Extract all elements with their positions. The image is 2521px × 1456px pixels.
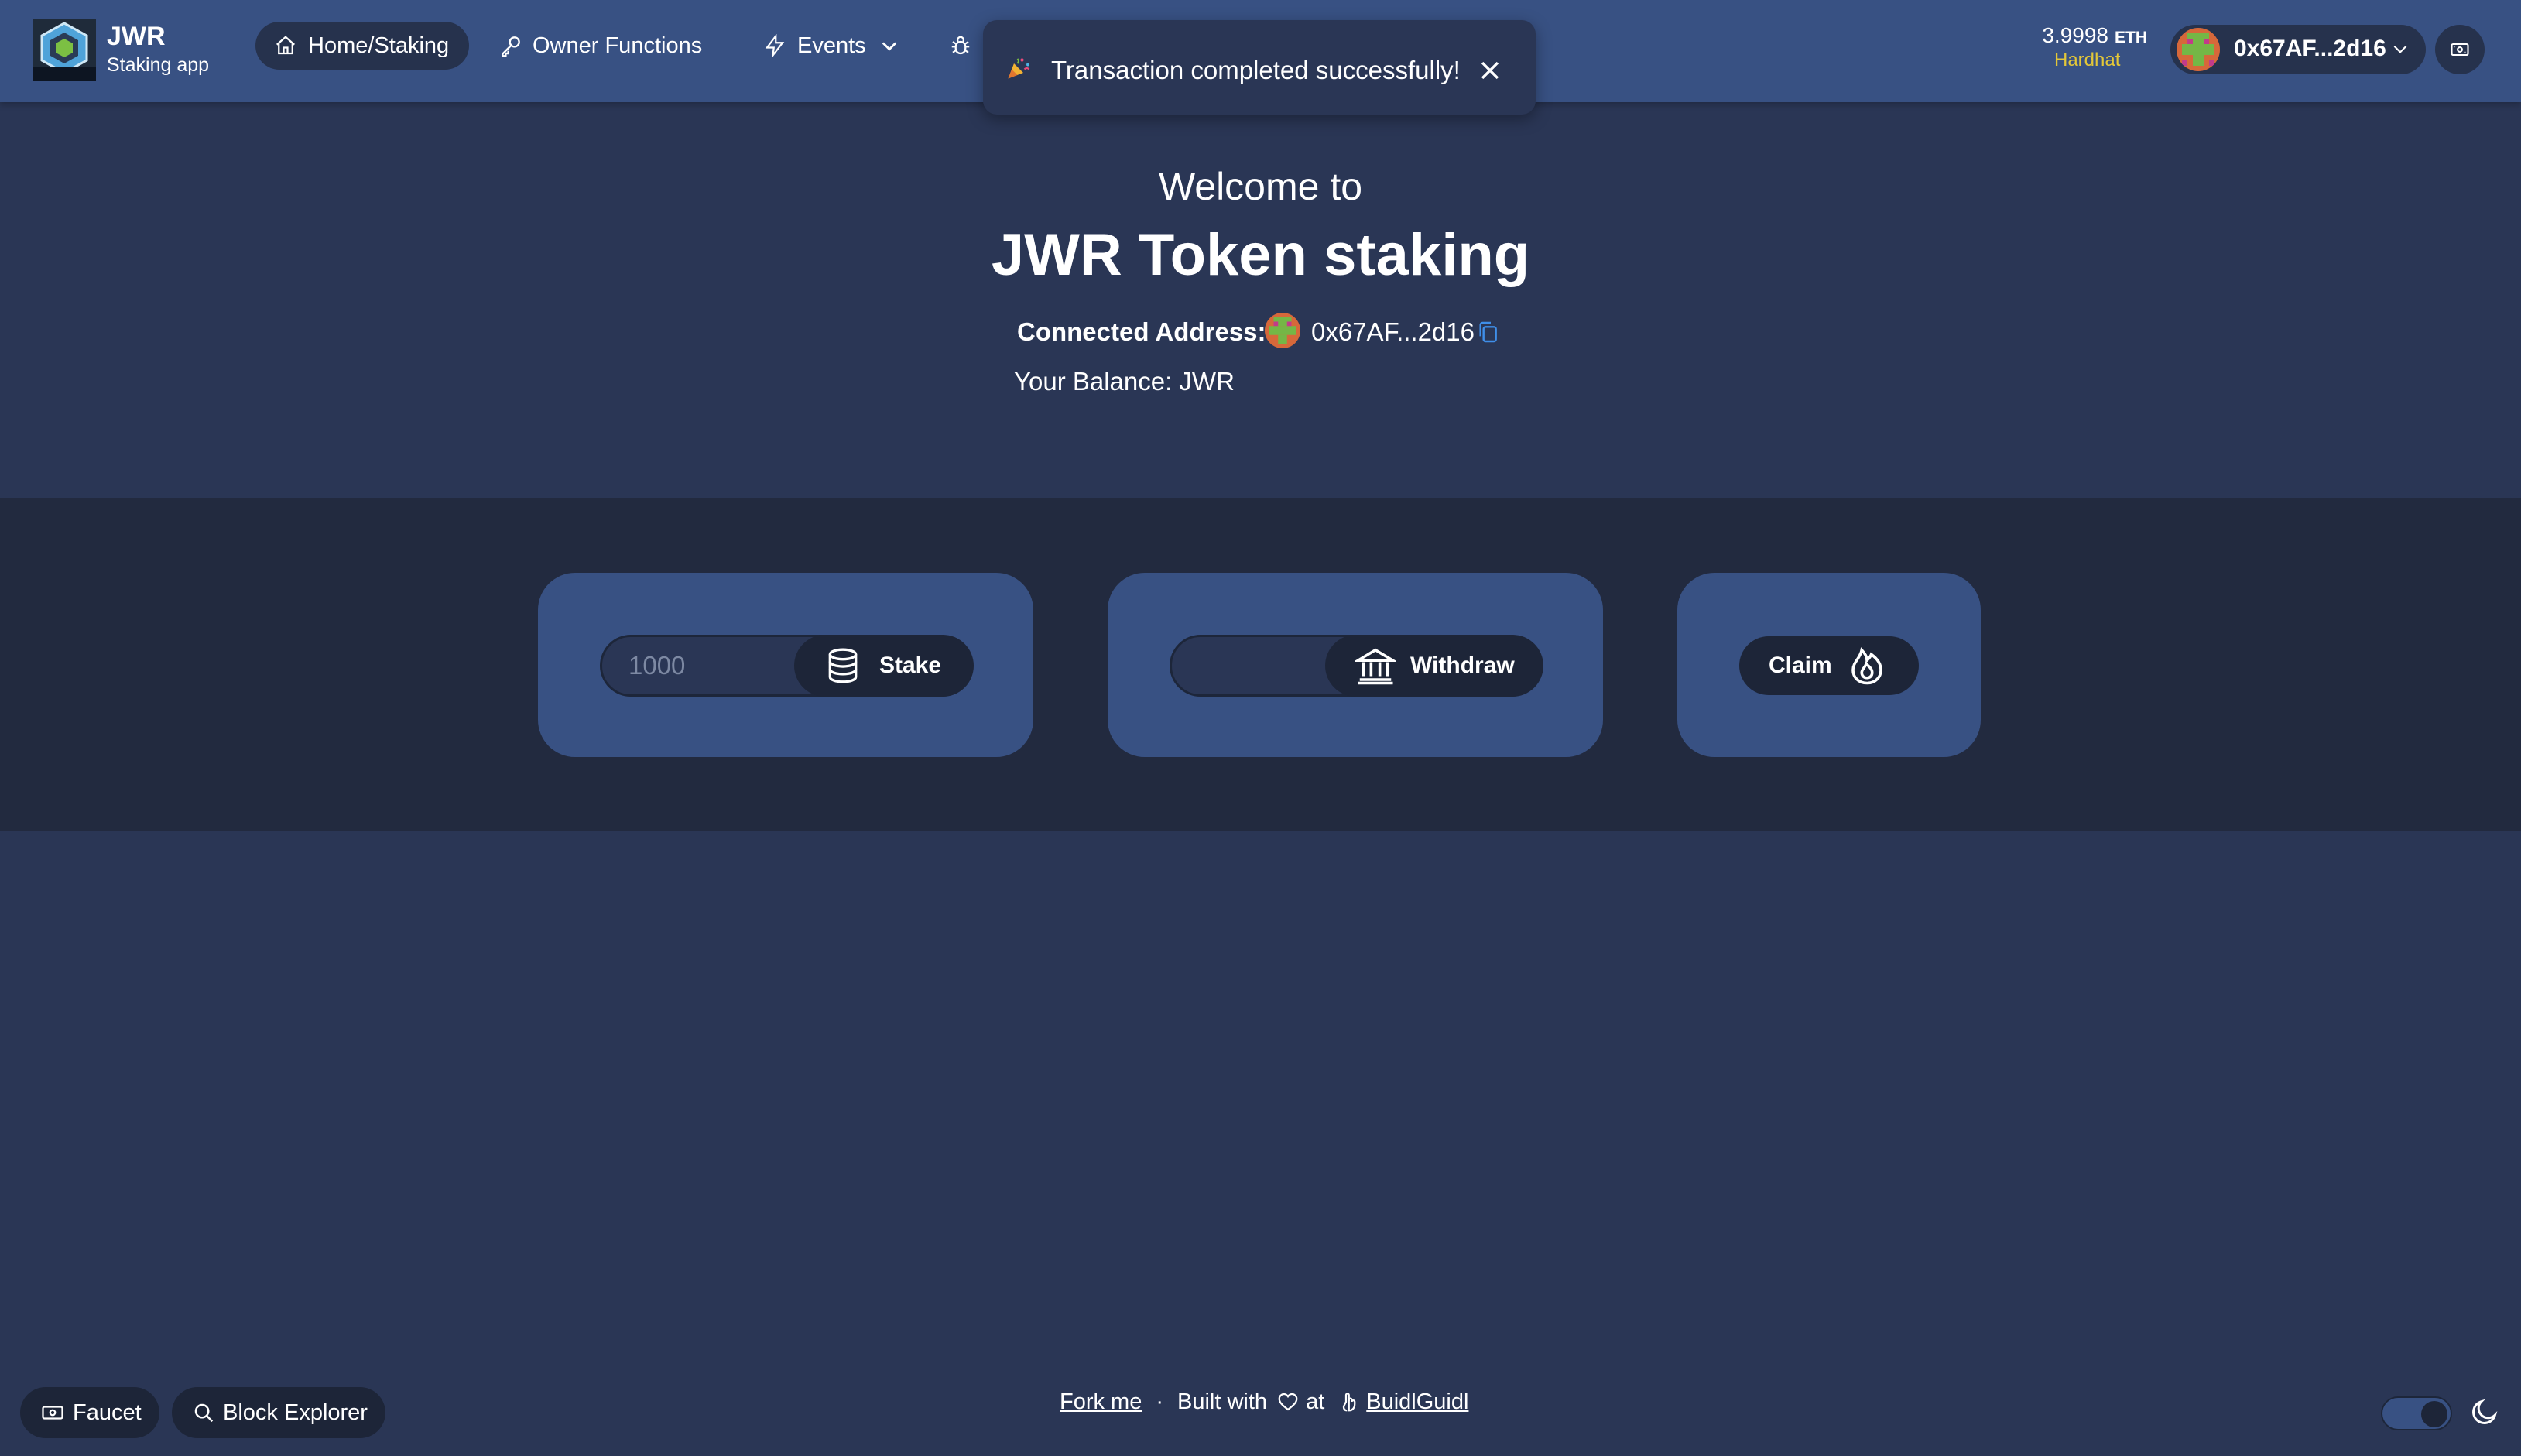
fork-me-link[interactable]: Fork me — [1060, 1389, 1142, 1415]
banknote-icon — [42, 1406, 63, 1420]
claim-button-label: Claim — [1769, 653, 1832, 678]
withdraw-amount-input[interactable] — [1172, 637, 1338, 694]
key-icon — [502, 36, 520, 57]
qr-code-icon — [2451, 43, 2469, 57]
heart-icon — [1278, 1393, 1298, 1411]
eth-unit: ETH — [2115, 29, 2147, 46]
withdraw-button[interactable]: Withdraw — [1325, 635, 1543, 697]
footer-separator: · — [1156, 1389, 1164, 1414]
token-balance: Your Balance: JWR — [1014, 367, 1235, 396]
fire-icon — [1851, 647, 1882, 685]
page-title: JWR Token staking — [991, 222, 1530, 288]
account-avatar — [2177, 28, 2220, 71]
brand-subtitle: Staking app — [107, 54, 210, 76]
nav-events-label: Events — [797, 33, 866, 58]
bank-icon — [1355, 648, 1396, 685]
buidlguidl-logo-icon — [1343, 1393, 1356, 1412]
brand-title: JWR — [107, 22, 166, 51]
claim-button[interactable]: Claim — [1739, 636, 1919, 695]
party-popper-icon — [1008, 58, 1030, 79]
qr-code-button[interactable] — [2435, 25, 2485, 74]
account-dropdown-button[interactable]: 0x67AF...2d16 — [2170, 25, 2426, 74]
coin-stack-icon — [828, 648, 858, 683]
nav-events-dropdown[interactable]: Events — [751, 22, 921, 70]
stake-card: Stake — [538, 573, 1033, 757]
built-with-text: Built with — [1177, 1389, 1268, 1414]
toggle-knob — [2421, 1401, 2447, 1427]
toast-message: Transaction completed successfully! — [1051, 56, 1461, 84]
address-avatar — [1265, 313, 1300, 348]
buidlguidl-link[interactable]: BuidlGuidl — [1366, 1389, 1468, 1415]
home-icon — [276, 36, 295, 55]
search-icon — [194, 1403, 214, 1423]
network-name: Hardhat — [2054, 50, 2121, 70]
jwr-logo[interactable] — [33, 19, 96, 81]
withdraw-card: Withdraw — [1108, 573, 1603, 757]
footer-credits: Fork me · Built with at BuidlGuidl — [1060, 1389, 1468, 1415]
chevron-down-icon — [882, 42, 896, 51]
nav-owner-label: Owner Functions — [533, 33, 703, 58]
account-address: 0x67AF...2d16 — [2234, 36, 2386, 61]
connected-address-label: Connected Address: — [1017, 317, 1266, 346]
stake-button-label: Stake — [879, 653, 942, 678]
at-text: at — [1306, 1389, 1325, 1414]
copy-icon[interactable] — [1475, 319, 1500, 345]
nav-home-label: Home/Staking — [308, 33, 450, 58]
block-explorer-label: Block Explorer — [223, 1399, 368, 1425]
eth-balance-value: 3.9998 — [2042, 23, 2108, 47]
welcome-text: Welcome to — [1158, 165, 1363, 208]
bolt-icon — [765, 34, 785, 57]
stake-amount-input[interactable] — [602, 637, 807, 694]
withdraw-group: Withdraw — [1170, 635, 1543, 697]
chevron-down-icon — [2393, 45, 2407, 53]
eth-balance: 3.9998 ETH — [2042, 23, 2147, 48]
connected-address: 0x67AF...2d16 — [1311, 317, 1475, 346]
moon-icon — [2472, 1399, 2498, 1424]
withdraw-button-label: Withdraw — [1410, 653, 1515, 678]
faucet-button[interactable]: Faucet — [20, 1387, 159, 1438]
dark-mode-toggle[interactable] — [2381, 1396, 2452, 1430]
faucet-label: Faucet — [73, 1399, 142, 1425]
debug-icon[interactable] — [949, 34, 972, 61]
nav-owner-functions[interactable]: Owner Functions — [486, 22, 718, 70]
close-icon[interactable] — [1477, 57, 1503, 84]
stake-group: Stake — [600, 635, 974, 697]
success-toast: Transaction completed successfully! — [983, 20, 1536, 115]
block-explorer-button[interactable]: Block Explorer — [172, 1387, 385, 1438]
stake-button[interactable]: Stake — [794, 635, 974, 697]
nav-home-staking[interactable]: Home/Staking — [255, 22, 469, 70]
